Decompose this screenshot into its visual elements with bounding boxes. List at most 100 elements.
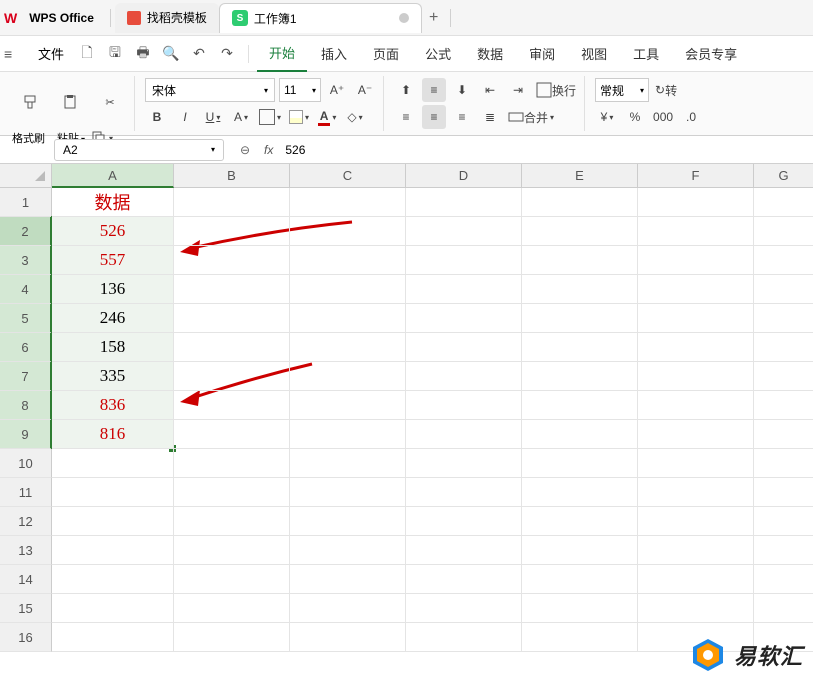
- cell[interactable]: [290, 275, 406, 304]
- cell[interactable]: [174, 246, 290, 275]
- cell[interactable]: [290, 246, 406, 275]
- align-middle-button[interactable]: ≡: [422, 78, 446, 102]
- cell[interactable]: [290, 507, 406, 536]
- decimal-button[interactable]: .0: [679, 105, 703, 129]
- cell[interactable]: [174, 391, 290, 420]
- italic-button[interactable]: I: [173, 105, 197, 129]
- cell[interactable]: [406, 333, 522, 362]
- cell[interactable]: 158: [52, 333, 174, 362]
- cell[interactable]: [522, 333, 638, 362]
- cell[interactable]: [522, 449, 638, 478]
- column-header[interactable]: F: [638, 164, 754, 188]
- add-tab-button[interactable]: +: [422, 6, 446, 30]
- cell[interactable]: [638, 362, 754, 391]
- cell[interactable]: 557: [52, 246, 174, 275]
- row-header[interactable]: 14: [0, 565, 52, 594]
- cell[interactable]: [52, 565, 174, 594]
- cell[interactable]: [406, 478, 522, 507]
- menu-member[interactable]: 会员专享: [673, 36, 749, 72]
- cell[interactable]: [52, 536, 174, 565]
- save-icon[interactable]: 🖫: [102, 41, 128, 67]
- cell[interactable]: [754, 507, 813, 536]
- cell[interactable]: [754, 420, 813, 449]
- format-painter-button[interactable]: [12, 78, 48, 126]
- column-header[interactable]: D: [406, 164, 522, 188]
- cell[interactable]: [406, 246, 522, 275]
- percent-button[interactable]: %: [623, 105, 647, 129]
- cell[interactable]: 335: [52, 362, 174, 391]
- row-header[interactable]: 4: [0, 275, 52, 304]
- cell[interactable]: [638, 565, 754, 594]
- cell[interactable]: [754, 362, 813, 391]
- row-header[interactable]: 8: [0, 391, 52, 420]
- cell[interactable]: [290, 449, 406, 478]
- cell[interactable]: [174, 449, 290, 478]
- formula-input[interactable]: 526: [281, 143, 305, 157]
- cell[interactable]: [174, 536, 290, 565]
- merge-button[interactable]: 合并▾: [506, 105, 556, 129]
- menu-view[interactable]: 视图: [569, 36, 619, 72]
- indent-dec-button[interactable]: ⇤: [478, 78, 502, 102]
- redo-icon[interactable]: ↷: [214, 41, 240, 67]
- convert-button[interactable]: ↻转: [653, 78, 679, 102]
- cell[interactable]: [754, 275, 813, 304]
- cell[interactable]: [174, 362, 290, 391]
- cell[interactable]: [406, 188, 522, 217]
- column-header[interactable]: E: [522, 164, 638, 188]
- cut-button[interactable]: ✂: [92, 78, 128, 126]
- cell[interactable]: [754, 217, 813, 246]
- cell[interactable]: [638, 217, 754, 246]
- cell[interactable]: [290, 188, 406, 217]
- row-header[interactable]: 3: [0, 246, 52, 275]
- row-header[interactable]: 5: [0, 304, 52, 333]
- cell[interactable]: [754, 594, 813, 623]
- cell[interactable]: [522, 420, 638, 449]
- clear-format-button[interactable]: ◇▾: [343, 105, 367, 129]
- column-header[interactable]: A: [52, 164, 174, 188]
- font-color-button[interactable]: A▾: [315, 105, 339, 129]
- cell[interactable]: [174, 275, 290, 304]
- cell[interactable]: [174, 507, 290, 536]
- cell[interactable]: [638, 507, 754, 536]
- font-name-select[interactable]: 宋体▾: [145, 78, 275, 102]
- cell[interactable]: [290, 217, 406, 246]
- cell[interactable]: [522, 623, 638, 652]
- cell[interactable]: [406, 304, 522, 333]
- cell[interactable]: [754, 565, 813, 594]
- new-icon[interactable]: 🗋: [74, 41, 100, 67]
- row-header[interactable]: 1: [0, 188, 52, 217]
- cell[interactable]: [522, 565, 638, 594]
- underline-button[interactable]: U▾: [201, 105, 225, 129]
- cell[interactable]: [406, 594, 522, 623]
- cell[interactable]: [638, 420, 754, 449]
- cell[interactable]: [174, 623, 290, 652]
- menu-start[interactable]: 开始: [257, 36, 307, 72]
- cell[interactable]: [406, 507, 522, 536]
- cell[interactable]: [52, 507, 174, 536]
- name-box[interactable]: A2 ▾: [54, 139, 224, 161]
- cell[interactable]: [522, 275, 638, 304]
- menu-review[interactable]: 审阅: [517, 36, 567, 72]
- cell[interactable]: [754, 333, 813, 362]
- cell[interactable]: [406, 362, 522, 391]
- cell[interactable]: [406, 449, 522, 478]
- fx-icon[interactable]: fx: [264, 143, 273, 157]
- cell[interactable]: [174, 594, 290, 623]
- cell[interactable]: [638, 449, 754, 478]
- cell[interactable]: [290, 304, 406, 333]
- cell[interactable]: [754, 304, 813, 333]
- cell[interactable]: [174, 565, 290, 594]
- cell[interactable]: [290, 333, 406, 362]
- cell[interactable]: [174, 188, 290, 217]
- tab-workbook[interactable]: S 工作簿1: [219, 3, 422, 33]
- cell[interactable]: [522, 507, 638, 536]
- wrap-button[interactable]: 换行: [534, 78, 578, 102]
- row-header[interactable]: 15: [0, 594, 52, 623]
- column-header[interactable]: B: [174, 164, 290, 188]
- cell[interactable]: [406, 623, 522, 652]
- cell[interactable]: [406, 536, 522, 565]
- cell[interactable]: [290, 362, 406, 391]
- align-left-button[interactable]: ≡: [394, 105, 418, 129]
- select-all-corner[interactable]: [0, 164, 52, 188]
- cell[interactable]: [174, 304, 290, 333]
